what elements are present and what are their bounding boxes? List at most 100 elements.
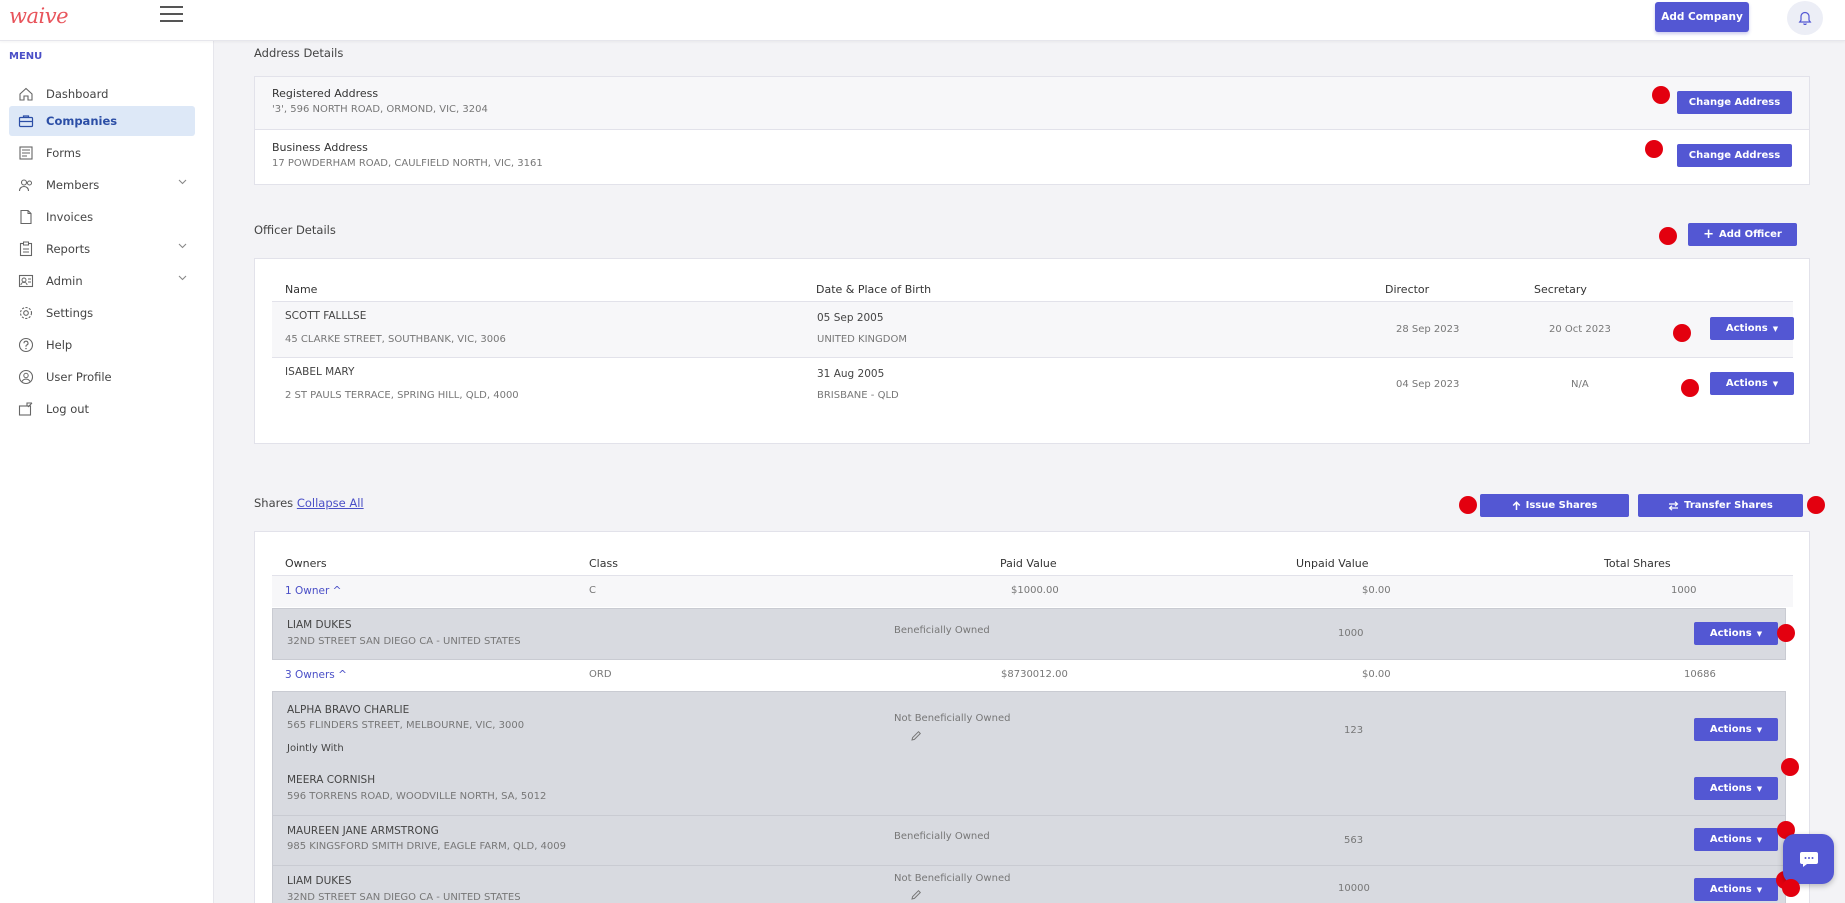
holder-actions-button[interactable]: Actions ▼: [1694, 828, 1778, 851]
sidebar-item-user-profile[interactable]: User Profile: [9, 362, 195, 392]
holder-actions-button[interactable]: Actions ▼: [1694, 878, 1778, 901]
officer-actions-button[interactable]: Actions ▼: [1710, 372, 1794, 395]
shareholder-group: ALPHA BRAVO CHARLIE 565 FLINDERS STREET,…: [272, 691, 1786, 903]
plus-icon: +: [1703, 227, 1715, 242]
sidebar-item-label: Members: [46, 178, 100, 192]
holder-actions-button[interactable]: Actions ▼: [1694, 777, 1778, 800]
sidebar-item-dashboard[interactable]: Dashboard: [9, 79, 195, 109]
beneficial-status: Not Beneficially Owned: [894, 873, 1011, 884]
chat-widget-button[interactable]: [1783, 834, 1834, 884]
officer-secretary-date: N/A: [1571, 379, 1589, 390]
caret-down-icon: ▼: [1756, 885, 1763, 894]
members-icon: [17, 176, 35, 194]
address-section-title: Address Details: [254, 46, 344, 60]
forms-icon: [17, 144, 35, 162]
paid-value: $8730012.00: [1001, 669, 1068, 680]
collapse-all-link[interactable]: Collapse All: [297, 496, 364, 510]
column-header-paid-value: Paid Value: [1000, 557, 1057, 570]
hamburger-menu-icon[interactable]: [160, 6, 183, 24]
holder-shares: 10000: [1338, 883, 1370, 894]
officer-dob: 05 Sep 2005: [817, 312, 884, 324]
button-label: Actions: [1709, 783, 1752, 794]
sidebar-item-members[interactable]: Members: [9, 170, 195, 200]
officer-director-date: 28 Sep 2023: [1396, 324, 1460, 335]
button-label: Actions: [1709, 834, 1752, 845]
button-label: Actions: [1725, 378, 1768, 389]
top-bar: waive Add Company: [0, 0, 1845, 41]
sidebar-item-label: Invoices: [46, 210, 94, 224]
beneficial-status: Beneficially Owned: [894, 625, 990, 636]
officer-director-date: 04 Sep 2023: [1396, 379, 1460, 390]
sidebar-item-help[interactable]: Help: [9, 330, 195, 360]
officer-name: SCOTT FALLLSE: [285, 310, 367, 322]
button-label: Change Address: [1688, 97, 1781, 108]
button-label: Actions: [1725, 323, 1768, 334]
officer-address: 2 ST PAULS TERRACE, SPRING HILL, QLD, 40…: [285, 390, 519, 401]
sidebar-item-invoices[interactable]: Invoices: [9, 202, 195, 232]
button-label: Actions: [1709, 884, 1752, 895]
sidebar-item-logout[interactable]: Log out: [9, 394, 195, 424]
total-shares: 10686: [1684, 669, 1716, 680]
marker-dot: [1659, 227, 1677, 245]
caret-down-icon: ▼: [1756, 784, 1763, 793]
add-company-button[interactable]: Add Company: [1655, 2, 1749, 32]
holder-name: ALPHA BRAVO CHARLIE: [287, 704, 410, 716]
sidebar-item-label: Settings: [46, 306, 94, 320]
transfer-shares-button[interactable]: Transfer Shares: [1638, 494, 1803, 517]
sidebar-item-forms[interactable]: Forms: [9, 138, 195, 168]
caret-down-icon: ▼: [1756, 835, 1763, 844]
sidebar-item-reports[interactable]: Reports: [9, 234, 195, 264]
clipboard-icon: [17, 240, 35, 258]
menu-title: MENU: [9, 51, 43, 62]
holder-address: 32ND STREET SAN DIEGO CA - UNITED STATES: [287, 636, 521, 647]
notifications-button[interactable]: [1787, 1, 1823, 35]
owners-toggle[interactable]: 1 Owner ^: [285, 585, 341, 597]
officer-section-title: Officer Details: [254, 223, 336, 237]
sidebar-item-admin[interactable]: Admin: [9, 266, 195, 296]
sidebar-item-companies[interactable]: Companies: [9, 106, 195, 136]
column-header-director: Director: [1385, 283, 1430, 296]
holder-name: MEERA CORNISH: [287, 774, 376, 786]
admin-icon: [17, 272, 35, 290]
change-business-address-button[interactable]: Change Address: [1677, 144, 1792, 167]
chevron-down-icon: [178, 275, 187, 281]
button-label: Actions: [1709, 628, 1752, 639]
shares-section-title: Shares Collapse All: [254, 496, 364, 510]
caret-down-icon: ▼: [1772, 324, 1779, 333]
officer-dob: 31 Aug 2005: [817, 368, 885, 380]
pencil-icon[interactable]: [910, 889, 922, 901]
registered-address-value: '3', 596 NORTH ROAD, ORMOND, VIC, 3204: [272, 104, 488, 115]
officer-name: ISABEL MARY: [285, 366, 355, 378]
holder-actions-button[interactable]: Actions ▼: [1694, 622, 1778, 645]
holder-actions-button[interactable]: Actions ▼: [1694, 718, 1778, 741]
table-row: ISABEL MARY 2 ST PAULS TERRACE, SPRING H…: [272, 359, 1794, 416]
holder-address: 32ND STREET SAN DIEGO CA - UNITED STATES: [287, 892, 521, 903]
sidebar-item-label: Dashboard: [46, 87, 109, 101]
pencil-icon[interactable]: [910, 730, 922, 742]
button-label: Add Officer: [1719, 229, 1782, 240]
user-icon: [17, 368, 35, 386]
logout-icon: [17, 400, 35, 418]
sidebar-item-label: Log out: [46, 402, 90, 416]
officer-secretary-date: 20 Oct 2023: [1549, 324, 1611, 335]
button-label: Actions: [1709, 724, 1752, 735]
transfer-icon: [1668, 500, 1679, 511]
marker-dot: [1777, 624, 1795, 642]
add-officer-button[interactable]: + Add Officer: [1688, 223, 1797, 246]
business-address-row: Business Address 17 POWDERHAM ROAD, CAUL…: [255, 131, 1809, 185]
issue-shares-button[interactable]: Issue Shares: [1480, 494, 1629, 517]
share-class: ORD: [589, 669, 612, 680]
brand-logo[interactable]: waive: [9, 4, 69, 28]
holder-name: LIAM DUKES: [287, 875, 352, 887]
divider: [273, 865, 1785, 866]
holder-name: MAUREEN JANE ARMSTRONG: [287, 825, 439, 837]
sidebar-item-settings[interactable]: Settings: [9, 298, 195, 328]
officer-actions-button[interactable]: Actions ▼: [1710, 317, 1794, 340]
sidebar-item-label: Admin: [46, 274, 83, 288]
button-label: Issue Shares: [1525, 500, 1598, 511]
change-registered-address-button[interactable]: Change Address: [1677, 91, 1792, 114]
officer-birthplace: UNITED KINGDOM: [817, 334, 907, 345]
document-icon: [17, 208, 35, 226]
owners-toggle[interactable]: 3 Owners ^: [285, 669, 347, 681]
sidebar-item-label: Companies: [46, 114, 118, 128]
